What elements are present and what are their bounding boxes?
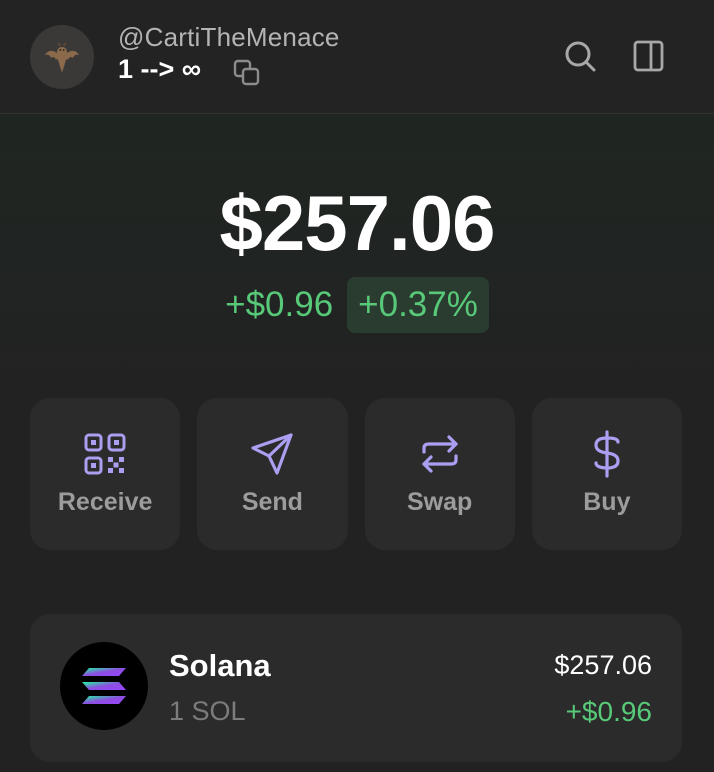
balance-change-amount: +$0.96 xyxy=(225,285,334,324)
account-name: 1 --> ∞ xyxy=(118,54,202,84)
token-row-solana[interactable]: Solana 1 SOL $257.06 +$0.96 xyxy=(30,614,682,762)
token-change: +$0.96 xyxy=(565,696,652,727)
qr-code-icon xyxy=(82,431,128,477)
buy-label: Buy xyxy=(583,488,631,516)
send-label: Send xyxy=(241,488,303,516)
send-icon xyxy=(249,431,295,477)
swap-button[interactable]: Swap xyxy=(364,398,515,550)
send-button[interactable]: Send xyxy=(197,398,348,550)
avatar[interactable] xyxy=(30,25,94,89)
search-icon xyxy=(565,41,596,72)
sidebar-panel-icon xyxy=(633,40,664,72)
receive-label: Receive xyxy=(57,488,153,516)
action-buttons: Receive Send Swap Buy xyxy=(30,398,682,550)
copy-address-button[interactable] xyxy=(232,58,262,88)
solana-logo-icon xyxy=(60,642,148,730)
receive-button[interactable]: Receive xyxy=(30,398,181,550)
bat-emoji-icon xyxy=(45,42,79,73)
search-button[interactable] xyxy=(562,38,598,74)
sidebar-toggle-button[interactable] xyxy=(631,38,667,74)
copy-icon xyxy=(233,59,260,86)
token-name: Solana xyxy=(169,648,271,683)
token-amount: 1 SOL xyxy=(169,696,246,726)
total-balance: $257.06 xyxy=(219,179,496,267)
token-value: $257.06 xyxy=(554,650,652,680)
swap-icon xyxy=(417,431,463,477)
username[interactable]: @CartiTheMenace xyxy=(118,22,340,53)
buy-button[interactable]: Buy xyxy=(531,398,682,550)
balance-change: +$0.96 +0.37% xyxy=(0,276,714,334)
swap-label: Swap xyxy=(406,488,473,516)
header: @CartiTheMenace 1 --> ∞ xyxy=(0,0,714,114)
dollar-icon xyxy=(584,430,630,478)
balance-change-percent: +0.37% xyxy=(347,277,489,333)
